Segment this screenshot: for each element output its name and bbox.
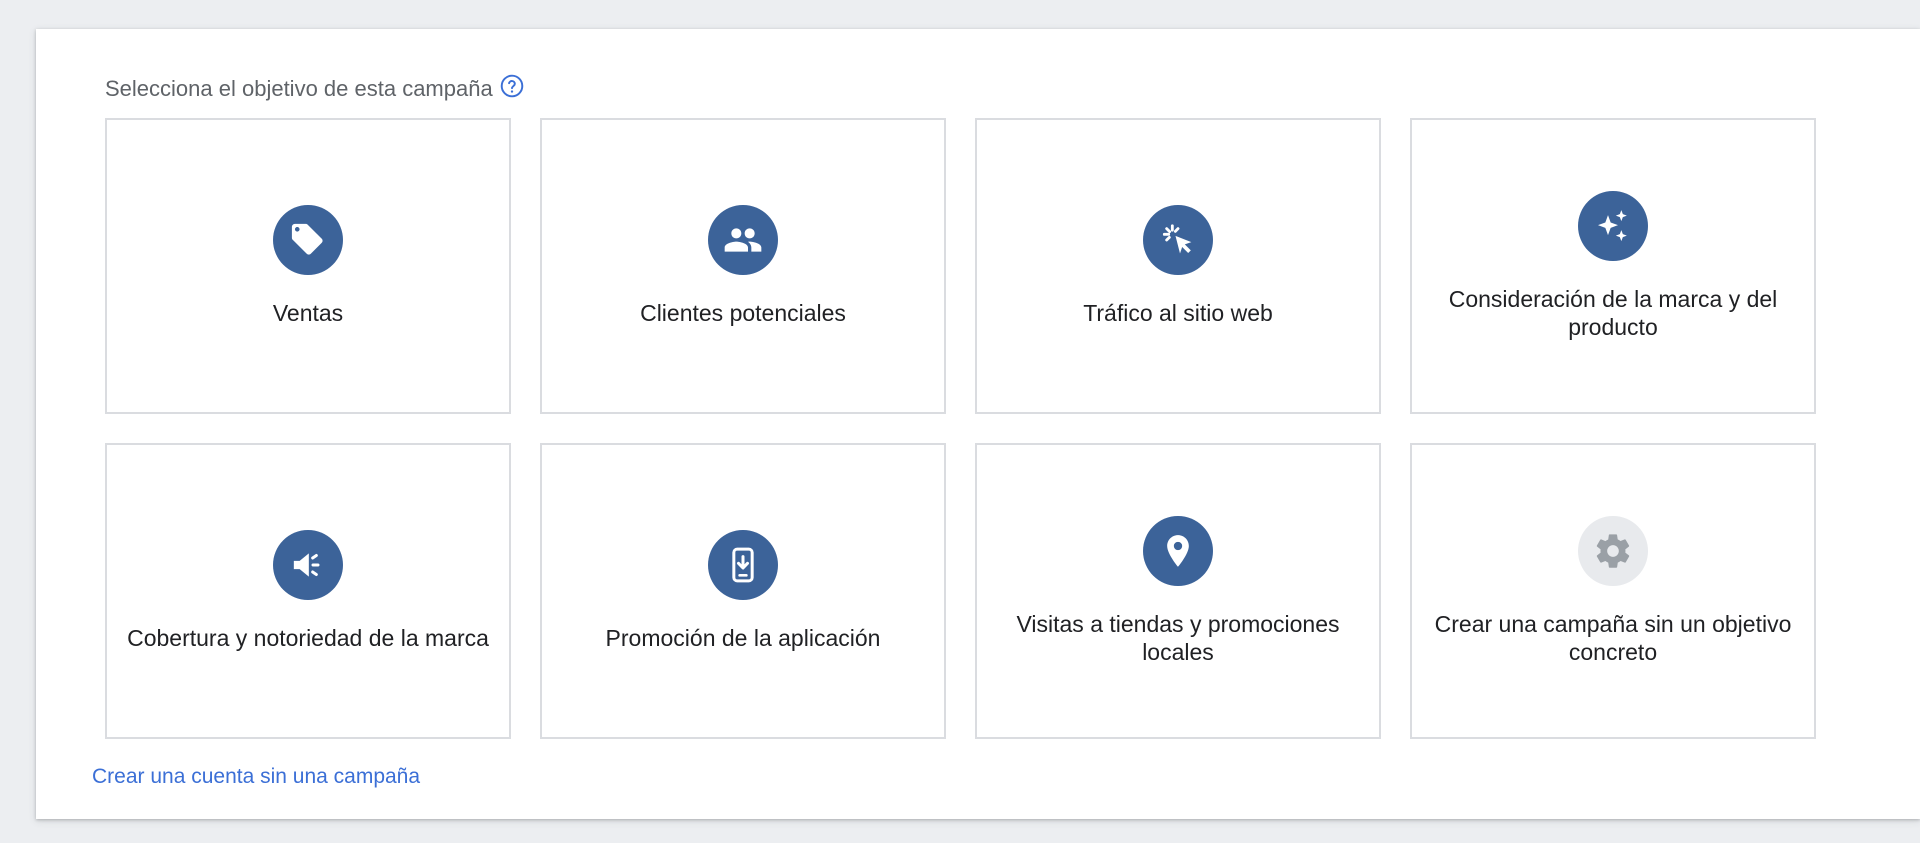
gear-icon <box>1578 516 1648 586</box>
people-icon <box>708 205 778 275</box>
goal-heading-text: Selecciona el objetivo de esta campaña <box>105 76 493 101</box>
goal-card-label: Visitas a tiendas y promociones locales <box>1016 611 1340 665</box>
goal-card-ventas[interactable]: Ventas <box>105 118 511 414</box>
goal-card-trafico-sitio-web[interactable]: Tráfico al sitio web <box>975 118 1381 414</box>
goal-card-promocion-aplicacion[interactable]: Promoción de la aplicación <box>540 443 946 739</box>
megaphone-icon <box>273 530 343 600</box>
goal-heading: Selecciona el objetivo de esta campaña <box>105 73 525 105</box>
goal-grid: Ventas Clientes potenciales Tráfico al s… <box>105 118 1816 739</box>
goal-card-visitas-tiendas[interactable]: Visitas a tiendas y promociones locales <box>975 443 1381 739</box>
cursor-click-icon <box>1143 205 1213 275</box>
goal-card-label: Crear una campaña sin un objetivo concre… <box>1434 611 1792 665</box>
tag-icon <box>273 205 343 275</box>
goal-card-consideracion-marca[interactable]: Consideración de la marca y del producto <box>1410 118 1816 414</box>
help-circle-icon[interactable] <box>499 73 525 99</box>
goal-card-cobertura-notoriedad[interactable]: Cobertura y notoriedad de la marca <box>105 443 511 739</box>
goal-card-sin-objetivo[interactable]: Crear una campaña sin un objetivo concre… <box>1410 443 1816 739</box>
create-account-without-campaign-link[interactable]: Crear una cuenta sin una campaña <box>92 765 420 789</box>
goal-card-label: Cobertura y notoriedad de la marca <box>127 625 489 651</box>
goal-card-label: Clientes potenciales <box>640 300 846 326</box>
location-pin-icon <box>1143 516 1213 586</box>
goal-card-label: Consideración de la marca y del producto <box>1448 286 1778 340</box>
goal-card-label: Tráfico al sitio web <box>1083 300 1273 326</box>
phone-download-icon <box>708 530 778 600</box>
goal-card-label: Promoción de la aplicación <box>605 625 881 651</box>
goal-card-label: Ventas <box>272 300 344 326</box>
goal-card-clientes-potenciales[interactable]: Clientes potenciales <box>540 118 946 414</box>
sparkle-icon <box>1578 191 1648 261</box>
campaign-goal-panel: Selecciona el objetivo de esta campaña V… <box>36 29 1920 819</box>
